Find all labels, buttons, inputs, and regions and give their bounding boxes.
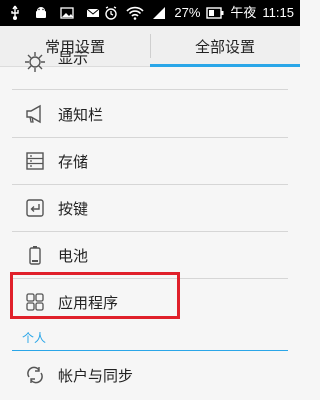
megaphone-icon <box>23 102 47 126</box>
settings-item-label: 显示 <box>58 49 89 67</box>
keys-icon <box>23 196 47 220</box>
settings-item-label: 帐户与同步 <box>58 366 134 385</box>
clock: 11:15 <box>262 5 294 20</box>
image-icon <box>58 4 76 22</box>
settings-item-label: 按键 <box>58 199 89 218</box>
list-divider <box>12 89 288 90</box>
time-period: 午夜 <box>230 5 257 20</box>
signal-icon <box>150 4 168 22</box>
section-header-personal: 个人 <box>0 325 300 351</box>
status-bar: 27% 午夜 11:15 <box>0 0 300 26</box>
settings-item-label: 通知栏 <box>58 105 104 124</box>
wifi-icon <box>126 4 144 22</box>
usb-icon <box>6 4 24 22</box>
android-debug-icon <box>32 4 50 22</box>
storage-icon <box>23 149 47 173</box>
sync-icon <box>23 363 47 387</box>
settings-item-notification-bar[interactable]: 通知栏 <box>0 91 300 137</box>
display-icon <box>23 50 47 74</box>
settings-item-storage[interactable]: 存储 <box>0 138 300 184</box>
section-header-label: 个人 <box>22 331 47 345</box>
battery-icon <box>206 4 224 22</box>
settings-item-display[interactable]: 显示 <box>0 49 300 83</box>
section-underline <box>12 350 288 351</box>
settings-item-accounts-sync[interactable]: 帐户与同步 <box>0 352 300 398</box>
settings-item-label: 存储 <box>58 152 89 171</box>
alarm-icon <box>102 4 120 22</box>
mail-icon <box>84 4 102 22</box>
status-bar-right: 27% 午夜 11:15 <box>102 4 294 22</box>
battery-percent: 27% <box>174 5 201 20</box>
battery-icon <box>23 243 47 267</box>
highlight-box <box>10 272 180 319</box>
settings-item-label: 电池 <box>58 246 89 265</box>
status-bar-left-icons <box>6 4 102 22</box>
settings-item-keys[interactable]: 按键 <box>0 185 300 231</box>
